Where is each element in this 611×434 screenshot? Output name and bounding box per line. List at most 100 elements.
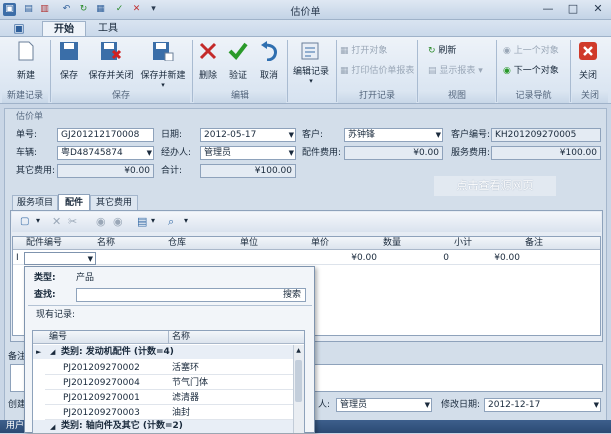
edit-record-button[interactable]: 编辑记录 ▾	[290, 40, 332, 85]
verify-button[interactable]: 验证	[224, 40, 252, 81]
chevron-down-icon: ▾	[161, 81, 165, 89]
popup-col-name[interactable]: 名称	[172, 330, 190, 344]
collapse-icon[interactable]: ◢	[50, 345, 55, 359]
next-icon[interactable]: ◉	[113, 215, 123, 228]
close-window-button[interactable]: ✕	[586, 1, 610, 17]
popup-search-input[interactable]	[76, 288, 306, 302]
total-field[interactable]: ¥100.00	[200, 164, 296, 178]
save-icon[interactable]: ▤	[137, 215, 147, 228]
chevron-down-icon: ▼	[424, 401, 430, 409]
part-no-cell-editor[interactable]: ▼	[24, 252, 96, 265]
ok-icon[interactable]: ✓	[113, 3, 126, 16]
date-picker[interactable]: 2012-05-17 ▼	[200, 128, 296, 142]
parts-fee-label: 配件费用:	[302, 148, 342, 158]
col-subtotal[interactable]: 小计	[454, 236, 472, 250]
chevron-down-icon[interactable]: ▾	[36, 216, 40, 225]
modified-date-label: 修改日期:	[441, 400, 481, 410]
popup-type-value: 产品	[76, 273, 95, 283]
chevron-down-icon[interactable]: ▾	[151, 216, 155, 225]
prev-icon: ◉	[503, 46, 514, 56]
search-icon[interactable]: ⌕	[168, 215, 174, 229]
item-code: PJ201209270002	[63, 363, 140, 373]
open-object-button[interactable]: ▦ 打开对象	[340, 45, 387, 58]
popup-type-label: 类型:	[34, 273, 56, 283]
col-name[interactable]: 名称	[97, 236, 115, 250]
menu-icon[interactable]: ▾	[147, 3, 160, 16]
order-no-field[interactable]: GJ20121217000​8	[57, 128, 154, 142]
tab-parts[interactable]: 配件	[58, 194, 90, 211]
popup-search-label: 查找:	[34, 290, 56, 300]
tab-service-items[interactable]: 服务项目	[12, 195, 58, 210]
popup-search-button[interactable]: 搜索	[283, 288, 301, 302]
delete-icon[interactable]: ✕	[130, 3, 143, 16]
new-document-icon	[15, 40, 37, 62]
redo-icon[interactable]: ↻	[77, 3, 90, 16]
customer-no-field[interactable]: KH201209270005	[491, 128, 601, 142]
parts-fee-field[interactable]: ¥0.00	[344, 146, 443, 160]
modifier-label: 人:	[318, 400, 331, 410]
item-code: PJ201209270004	[63, 378, 140, 388]
show-report-button[interactable]: ▤ 显示报表 ▾	[428, 65, 483, 78]
save-icon[interactable]: ▤	[22, 3, 35, 16]
save-new-icon[interactable]: ▥	[38, 3, 51, 16]
delete-button[interactable]: 删除	[195, 40, 221, 81]
chevron-down-icon: ▼	[146, 149, 152, 157]
customer-select[interactable]: 苏钟锋 ▼	[344, 128, 443, 142]
scroll-up-icon[interactable]: ▲	[294, 346, 303, 356]
print-report-button[interactable]: ▦ 打印估价单报表	[340, 65, 414, 78]
customer-no-label: 客户编号:	[451, 130, 491, 140]
next-object-button[interactable]: ◉ 下一个对象	[503, 65, 559, 78]
cancel-button[interactable]: 取消	[255, 40, 283, 81]
delete-row-icon[interactable]: ✕	[52, 215, 61, 228]
group-label: 类别: 发动机配件 (计数=4)	[61, 347, 174, 357]
vehicle-label: 车辆:	[16, 148, 38, 158]
col-warehouse[interactable]: 仓库	[168, 236, 186, 250]
collapse-icon[interactable]: ◢	[50, 420, 55, 434]
floppy-new-icon	[152, 40, 174, 62]
tab-other-fees[interactable]: 其它费用	[90, 195, 138, 210]
chevron-down-icon: ▼	[288, 131, 294, 139]
maximize-button[interactable]: □	[561, 1, 585, 17]
save-button[interactable]: 保存	[54, 40, 84, 81]
group-close: 关闭	[572, 90, 608, 103]
service-fee-field[interactable]: ¥100.00	[491, 146, 601, 160]
scroll-thumb[interactable]	[295, 360, 302, 402]
check-icon	[227, 40, 249, 62]
save-close-button[interactable]: 保存并关闭	[86, 40, 136, 81]
handler-select[interactable]: 管理员 ▼	[200, 146, 296, 160]
prev-icon[interactable]: ◉	[96, 215, 106, 228]
undo-icon[interactable]: ↶	[60, 3, 73, 16]
close-button[interactable]: 关闭	[573, 40, 603, 81]
vehicle-select[interactable]: 粤D48745874 ▼	[57, 146, 154, 160]
modified-date-picker[interactable]: 2012-12-17 ▼	[484, 398, 601, 412]
col-qty[interactable]: 数量	[383, 236, 401, 250]
tab-tools[interactable]: 工具	[88, 21, 128, 37]
other-fee-field[interactable]: ¥0.00	[57, 164, 154, 178]
item-name: 油封	[172, 408, 191, 418]
scissors-icon[interactable]: ✂	[68, 215, 77, 228]
report-icon: ▤	[428, 66, 440, 76]
chevron-down-icon: ▼	[593, 401, 599, 409]
add-icon[interactable]: ▦	[94, 3, 107, 16]
col-unit[interactable]: 单位	[240, 236, 258, 250]
app-menu-icon[interactable]: ▣	[3, 3, 16, 16]
minimize-button[interactable]: —	[536, 1, 560, 17]
modifier-select[interactable]: 管理员 ▼	[336, 398, 432, 412]
tab-start[interactable]: 开始	[42, 21, 86, 37]
group-label: 类别: 轴向件及其它 (计数=2)	[61, 421, 183, 431]
new-button[interactable]: 新建	[6, 40, 46, 81]
col-part-no[interactable]: 配件编号	[26, 236, 62, 250]
col-unit-price[interactable]: 单价	[311, 236, 329, 250]
prev-object-button[interactable]: ◉ 上一个对象	[503, 45, 559, 58]
new-row-icon[interactable]: ▢	[20, 216, 29, 227]
file-menu-icon[interactable]: ▣	[10, 20, 28, 36]
col-remark[interactable]: 备注	[525, 236, 543, 250]
save-new-button[interactable]: 保存并新建 ▾	[138, 40, 188, 89]
refresh-button[interactable]: ↻ 刷新	[428, 45, 456, 58]
chevron-down-icon[interactable]: ▾	[184, 216, 188, 225]
service-fee-label: 服务费用:	[451, 148, 491, 158]
delete-x-icon	[197, 40, 219, 62]
popup-col-code[interactable]: 编号	[49, 330, 67, 344]
cell-qty: 0	[443, 253, 449, 263]
row-marker: I	[16, 253, 19, 263]
